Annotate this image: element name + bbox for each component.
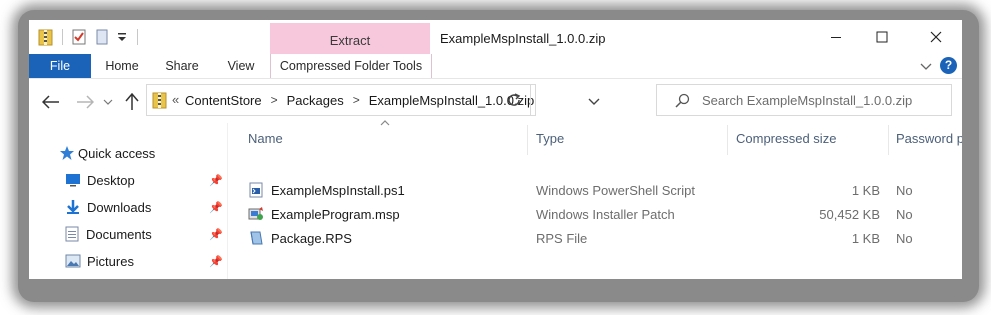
nav-label: Quick access (78, 145, 156, 161)
refresh-icon (506, 92, 522, 111)
window-title: ExampleMspInstall_1.0.0.zip (440, 31, 606, 46)
search-box[interactable]: Search ExampleMspInstall_1.0.0.zip (656, 84, 952, 116)
recent-locations-chevron-icon[interactable] (102, 92, 114, 112)
column-divider[interactable] (527, 125, 528, 155)
breadcrumb-packages[interactable]: Packages (287, 93, 344, 108)
minimize-button[interactable] (813, 20, 859, 54)
column-divider[interactable] (888, 125, 889, 155)
download-icon (67, 200, 79, 214)
refresh-button[interactable] (498, 84, 531, 116)
file-type: Windows Installer Patch (536, 207, 675, 222)
file-size: 50,452 KB (819, 207, 880, 222)
tab-view[interactable]: View (218, 54, 264, 78)
pin-icon[interactable]: 📌 (209, 228, 223, 241)
nav-label: Desktop (87, 172, 135, 188)
pin-icon[interactable]: 📌 (209, 201, 223, 214)
zip-folder-icon (37, 27, 55, 47)
file-name: ExampleMspInstall.ps1 (271, 183, 405, 198)
pin-icon[interactable]: 📌 (209, 174, 223, 187)
navigation-bar: « ContentStore > Packages > ExampleMspIn… (29, 79, 962, 123)
nav-item-downloads[interactable]: Downloads 📌 (65, 196, 255, 218)
nav-label: Pictures (87, 253, 134, 269)
table-row[interactable]: ExampleMspInstall.ps1 Windows PowerShell… (228, 180, 962, 202)
generic-file-icon (248, 230, 264, 246)
column-header-name[interactable]: Name (248, 131, 283, 146)
ribbon-tabs: File Home Share View Compressed Folder T… (29, 54, 962, 78)
installer-patch-icon (248, 206, 264, 222)
nav-item-desktop[interactable]: Desktop 📌 (65, 169, 255, 191)
back-arrow-icon[interactable] (41, 92, 61, 112)
table-row[interactable]: Package.RPS RPS File 1 KB No (228, 228, 962, 250)
tab-home[interactable]: Home (98, 54, 146, 78)
tab-share[interactable]: Share (158, 54, 206, 78)
new-folder-icon[interactable] (95, 27, 109, 47)
file-password: No (896, 183, 913, 198)
file-size: 1 KB (851, 183, 880, 198)
address-overflow[interactable]: « (172, 92, 179, 107)
pin-icon[interactable]: 📌 (209, 255, 223, 268)
tab-extract[interactable]: Extract (270, 23, 430, 54)
file-type: Windows PowerShell Script (536, 183, 695, 198)
search-icon (675, 93, 691, 112)
navigation-pane: Quick access Desktop 📌 Downloads 📌 Docum… (29, 123, 228, 279)
breadcrumb-chevron-icon[interactable]: > (271, 93, 278, 107)
customize-qat-dropdown[interactable] (117, 27, 127, 47)
star-icon (60, 146, 74, 160)
file-name: ExampleProgram.msp (271, 207, 400, 222)
expand-ribbon-chevron-icon[interactable] (919, 59, 933, 76)
file-list: Name Type Compressed size Password p Exa… (228, 120, 962, 279)
nav-item-documents[interactable]: Documents 📌 (65, 223, 255, 245)
nav-label: Documents (86, 226, 152, 242)
documents-icon (65, 226, 79, 242)
title-bar: Extract ExampleMspInstall_1.0.0.zip (29, 20, 962, 54)
column-header-compressed-size[interactable]: Compressed size (736, 131, 836, 146)
file-type: RPS File (536, 231, 588, 246)
qat-divider (62, 29, 63, 45)
maximize-button[interactable] (859, 20, 905, 54)
up-arrow-icon[interactable] (122, 92, 142, 112)
nav-item-pictures[interactable]: Pictures 📌 (65, 250, 255, 272)
explorer-window: Extract ExampleMspInstall_1.0.0.zip File… (29, 20, 962, 279)
forward-arrow-icon[interactable] (75, 92, 95, 112)
help-icon[interactable]: ? (940, 57, 957, 74)
column-divider[interactable] (727, 125, 728, 155)
pictures-icon (65, 254, 81, 268)
properties-icon[interactable] (71, 27, 87, 47)
tab-compressed-folder-tools[interactable]: Compressed Folder Tools (270, 54, 432, 78)
sort-ascending-icon (380, 119, 390, 130)
column-header-type[interactable]: Type (536, 131, 564, 146)
file-size: 1 KB (851, 231, 880, 246)
table-row[interactable]: ExampleProgram.msp Windows Installer Pat… (228, 204, 962, 226)
column-header-password[interactable]: Password p (896, 131, 962, 146)
nav-item-quick-access[interactable]: Quick access (59, 142, 155, 164)
breadcrumb-contentstore[interactable]: ContentStore (185, 93, 262, 108)
file-password: No (896, 231, 913, 246)
tab-file[interactable]: File (29, 54, 91, 78)
address-bar[interactable]: « ContentStore > Packages > ExampleMspIn… (146, 84, 600, 116)
file-password: No (896, 207, 913, 222)
desktop-icon (66, 174, 80, 187)
file-name: Package.RPS (271, 231, 352, 246)
close-button[interactable] (913, 20, 959, 54)
qat-divider-2 (137, 29, 138, 45)
nav-label: Downloads (87, 199, 152, 215)
search-placeholder: Search ExampleMspInstall_1.0.0.zip (702, 93, 913, 108)
powershell-file-icon (248, 182, 264, 198)
zip-folder-address-icon (152, 91, 168, 112)
address-dropdown-chevron-icon[interactable] (588, 94, 600, 109)
breadcrumb-chevron-icon[interactable]: > (353, 93, 360, 107)
